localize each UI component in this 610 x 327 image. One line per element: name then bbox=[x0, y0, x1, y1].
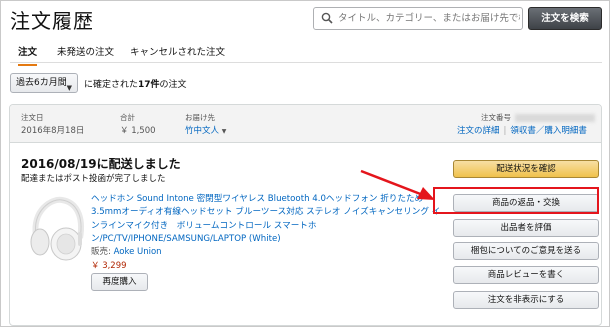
order-date-value: 2016年8月18日 bbox=[21, 126, 85, 136]
hide-order-button[interactable]: 注文を非表示にする bbox=[453, 291, 599, 309]
chevron-down-icon: ▼ bbox=[66, 84, 72, 92]
annotation-highlight-box bbox=[433, 187, 599, 214]
page-title: 注文履歴 bbox=[10, 9, 94, 33]
search-icon bbox=[321, 12, 333, 24]
seller-link[interactable]: Aoke Union bbox=[114, 247, 162, 257]
receipt-link[interactable]: 領収書／購入明細書 bbox=[510, 126, 587, 136]
packaging-feedback-button[interactable]: 梱包についてのご意見を送る bbox=[453, 242, 599, 260]
search-input[interactable] bbox=[338, 8, 520, 29]
order-number-redacted bbox=[515, 114, 595, 122]
link-separator: | bbox=[503, 126, 507, 136]
product-price: ￥ 3,299 bbox=[91, 261, 127, 271]
order-count: 17件 bbox=[138, 80, 160, 90]
search-orders-button[interactable]: 注文を検索 bbox=[528, 7, 602, 30]
order-header: 注文日 2016年8月18日 合計 ￥ 1,500 お届け先 竹中文人 ▼ 注文… bbox=[10, 105, 601, 143]
write-review-button[interactable]: 商品レビューを書く bbox=[453, 266, 599, 284]
headphones-image[interactable] bbox=[22, 192, 92, 267]
buy-again-button[interactable]: 再度購入 bbox=[91, 273, 148, 291]
tab-cancelled[interactable]: キャンセルされた注文 bbox=[130, 44, 225, 58]
period-select-value: 過去6カ月間 bbox=[16, 78, 67, 88]
tab-orders[interactable]: 注文 bbox=[18, 44, 38, 66]
tab-unshipped[interactable]: 未発送の注文 bbox=[57, 44, 114, 58]
order-history-page: 注文履歴 注文を検索 注文 未発送の注文 キャンセルされた注文 過去6カ月間 ▼… bbox=[0, 0, 610, 327]
order-count-text: に確定された17件の注文 bbox=[84, 80, 187, 90]
order-total-value: ￥ 1,500 bbox=[120, 126, 156, 136]
order-total-label: 合計 bbox=[120, 113, 135, 122]
shipment-status: 2016/08/19に配送しました bbox=[21, 157, 181, 171]
period-select[interactable]: 過去6カ月間 ▼ bbox=[10, 73, 78, 93]
rate-seller-button[interactable]: 出品者を評価 bbox=[453, 219, 599, 237]
seller-info: 販売: Aoke Union bbox=[91, 247, 162, 257]
shipment-note: 配達またはポスト投函が完了しました bbox=[21, 174, 166, 184]
order-number-label: 注文番号 bbox=[481, 112, 595, 123]
order-tabs: 注文 未発送の注文 キャンセルされた注文 bbox=[10, 39, 602, 66]
ship-to-dropdown[interactable]: 竹中文人 ▼ bbox=[185, 124, 226, 136]
search-box[interactable] bbox=[313, 7, 523, 30]
order-links: 注文の詳細 | 領収書／購入明細書 bbox=[457, 124, 587, 136]
track-package-button[interactable]: 配送状況を確認 bbox=[453, 160, 599, 178]
caret-down-icon: ▼ bbox=[221, 128, 227, 135]
order-detail-link[interactable]: 注文の詳細 bbox=[457, 126, 500, 136]
order-card: 注文日 2016年8月18日 合計 ￥ 1,500 お届け先 竹中文人 ▼ 注文… bbox=[9, 104, 602, 326]
order-date-label: 注文日 bbox=[21, 113, 44, 122]
ship-to-label: お届け先 bbox=[185, 113, 215, 122]
annotation-arrow-icon bbox=[360, 169, 435, 200]
